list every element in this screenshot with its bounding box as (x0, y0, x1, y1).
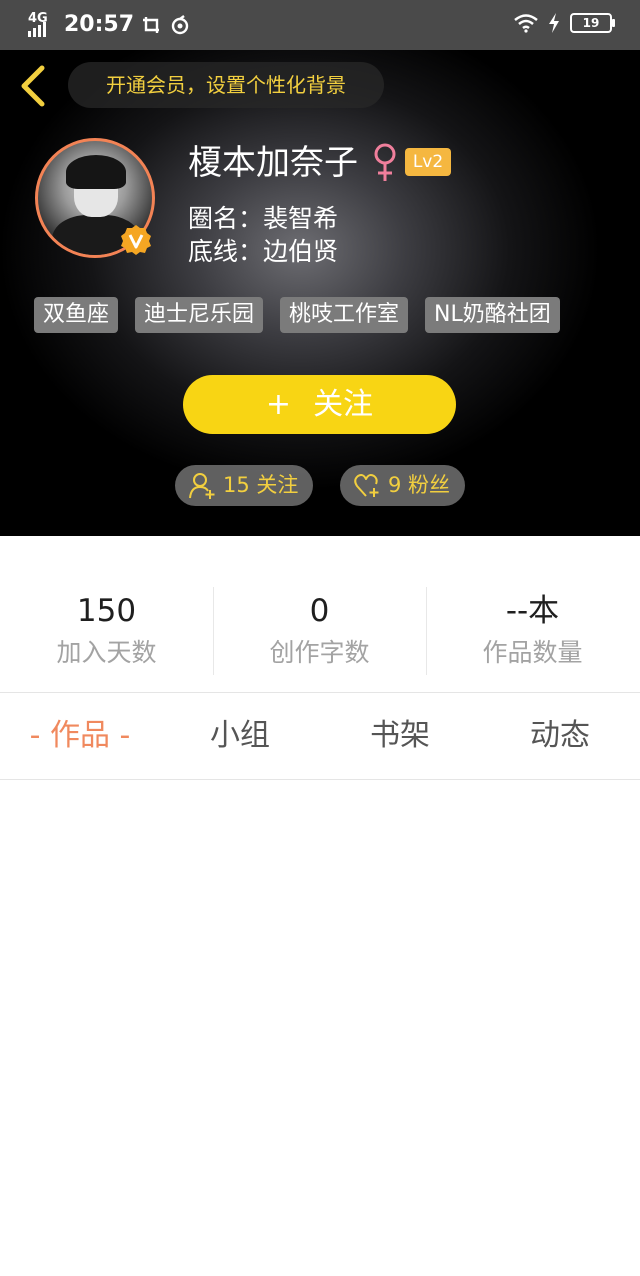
follow-button[interactable]: + 关注 (183, 375, 456, 434)
heart-add-icon (354, 473, 379, 497)
stat-value: --本 (505, 593, 560, 629)
follow-button-label: 关注 (313, 387, 374, 422)
status-right: 19 (514, 13, 615, 33)
chevron-left-icon[interactable] (14, 64, 54, 108)
verified-badge-icon (121, 225, 151, 255)
tag-list: 双鱼座 迪士尼乐园 桃吱工作室 NL奶酪社团 (34, 297, 560, 333)
stat-word-count: 0 创作字数 (213, 587, 426, 677)
battery-icon: 19 (570, 13, 615, 33)
stat-value: 150 (76, 593, 137, 629)
status-left: 4G 20:57 (28, 12, 190, 37)
status-time: 20:57 (64, 12, 135, 37)
charging-icon (549, 13, 559, 33)
circle-name: 圈名：裴智希 (188, 204, 339, 233)
vip-background-banner[interactable]: 开通会员，设置个性化背景 (68, 62, 384, 108)
profile-tabs: - 作品 - 小组 书架 动态 (0, 693, 640, 779)
followers-count-label: 9 粉丝 (388, 473, 451, 497)
signal-icon: 4G (28, 12, 56, 37)
stat-join-days: 150 加入天数 (0, 587, 213, 677)
stat-label: 作品数量 (482, 638, 583, 667)
tab-bookshelf[interactable]: 书架 (320, 693, 480, 779)
divider (0, 779, 640, 780)
tab-activity[interactable]: 动态 (480, 693, 640, 779)
username: 榎本加奈子 (188, 143, 358, 183)
tag[interactable]: 双鱼座 (34, 297, 119, 333)
level-badge: Lv2 (405, 148, 451, 176)
followers-count[interactable]: 9 粉丝 (340, 465, 465, 506)
tag[interactable]: 迪士尼乐园 (135, 297, 264, 333)
stat-value: 0 (309, 593, 330, 629)
stat-label: 加入天数 (56, 638, 157, 667)
tab-groups[interactable]: 小组 (160, 693, 320, 779)
stats-row: 150 加入天数 0 创作字数 --本 作品数量 (0, 587, 640, 677)
tag[interactable]: NL奶酪社团 (425, 297, 560, 333)
profile-header: 4G 20:57 19 开通会员，设置个性化背景 榎本加奈子 Lv2 圈名：裴智… (0, 0, 640, 536)
status-bar: 4G 20:57 19 (0, 0, 640, 50)
screenshot-icon (143, 16, 160, 33)
stat-works-count: --本 作品数量 (426, 587, 639, 677)
bottom-line: 底线：边伯贤 (188, 237, 339, 266)
sync-icon (171, 14, 189, 34)
stat-label: 创作字数 (269, 638, 370, 667)
tab-works[interactable]: - 作品 - (0, 693, 160, 779)
plus-icon: + (265, 387, 292, 422)
following-count[interactable]: 15 关注 (175, 465, 313, 506)
wifi-icon (514, 14, 538, 33)
user-add-icon (189, 472, 215, 499)
tag[interactable]: 桃吱工作室 (280, 297, 409, 333)
following-count-label: 15 关注 (223, 473, 299, 497)
female-icon (374, 143, 396, 181)
